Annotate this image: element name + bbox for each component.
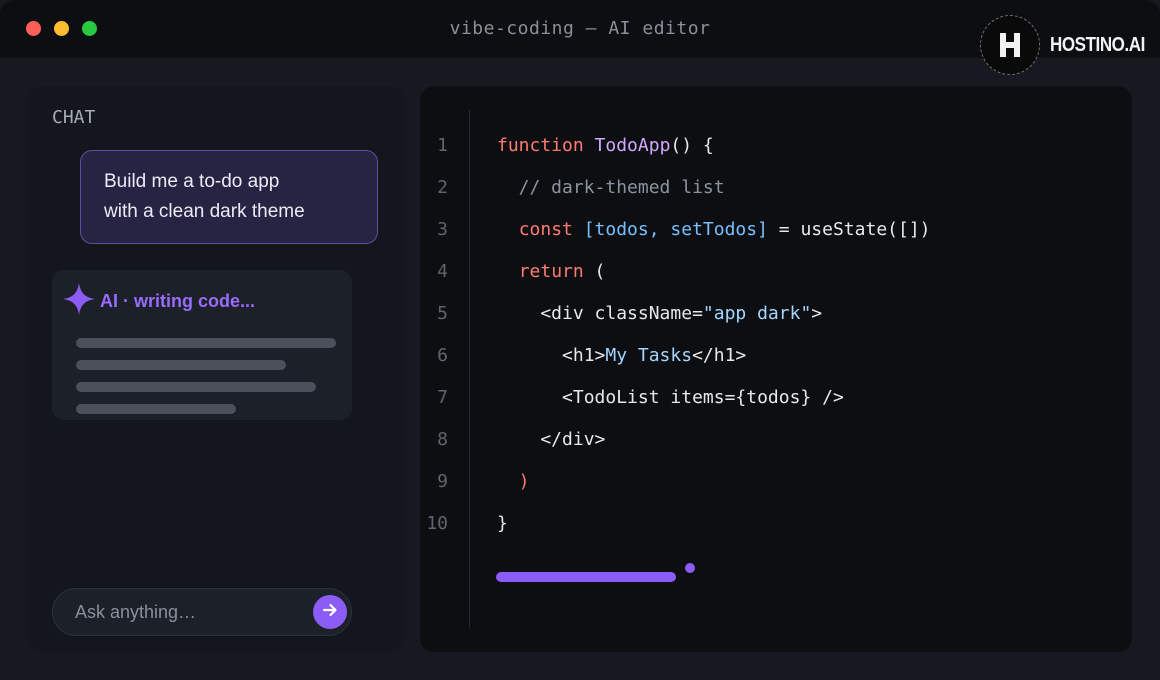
sparkle-icon xyxy=(62,282,96,321)
line-number: 5 xyxy=(437,303,448,324)
code-token: <div className= xyxy=(497,303,703,324)
code-line: 7 <TodoList items={todos} /> xyxy=(420,384,1132,412)
user-message-bubble: Build me a to-do app with a clean dark t… xyxy=(80,150,378,244)
code-token: TodoApp xyxy=(594,135,671,156)
ai-response-card: AI · writing code... xyxy=(52,270,352,420)
code-token: () { xyxy=(670,135,714,156)
code-token: <h1> xyxy=(497,345,606,366)
code-token: = useState([]) xyxy=(767,219,931,240)
line-number: 4 xyxy=(437,261,448,282)
code-text: function TodoApp() { xyxy=(497,132,714,160)
line-number: 6 xyxy=(437,345,448,366)
loading-placeholder-line xyxy=(76,360,286,370)
code-line: 2 // dark-themed list xyxy=(420,174,1132,202)
code-text: // dark-themed list xyxy=(497,174,725,202)
code-token: My Tasks xyxy=(605,345,693,366)
code-token: "app dark" xyxy=(702,303,812,324)
code-token: <TodoList items={todos} /> xyxy=(497,387,844,408)
code-token: // dark-themed list xyxy=(497,177,725,198)
line-number: 8 xyxy=(437,429,448,450)
typing-cursor-dot xyxy=(685,563,695,573)
chat-panel: CHAT Build me a to-do app with a clean d… xyxy=(28,86,404,652)
code-token: </h1> xyxy=(692,345,747,366)
user-message-line-1: Build me a to-do app xyxy=(104,171,280,192)
code-text: <h1>My Tasks</h1> xyxy=(497,342,746,370)
code-token: } xyxy=(497,513,508,534)
code-text: </div> xyxy=(497,426,605,454)
code-text: <TodoList items={todos} /> xyxy=(497,384,844,412)
chat-input-container xyxy=(52,588,352,636)
line-number: 10 xyxy=(426,513,448,534)
brand-name: HOSTINO.AI xyxy=(1050,33,1145,56)
code-text: <div className="app dark"> xyxy=(497,300,822,328)
loading-placeholder-line xyxy=(76,338,336,348)
code-line: 4 return ( xyxy=(420,258,1132,286)
brand-logo: HOSTINO.AI xyxy=(980,15,1160,75)
ai-status-text: AI · writing code... xyxy=(100,291,256,311)
send-button[interactable] xyxy=(313,595,347,629)
line-number: 7 xyxy=(437,387,448,408)
app-window: vibe-coding — AI editor HOSTINO.AI CHAT … xyxy=(0,0,1160,680)
code-token: ( xyxy=(583,261,606,282)
code-editor[interactable]: 1 function TodoApp() { 2 // dark-themed li… xyxy=(420,86,1132,652)
code-token: return xyxy=(518,261,584,282)
chat-panel-title: CHAT xyxy=(52,107,96,128)
code-line: 10} xyxy=(420,510,1132,538)
code-line: 6 <h1>My Tasks</h1> xyxy=(420,342,1132,370)
code-token: [todos, setTodos] xyxy=(572,219,768,240)
code-line: 1 function TodoApp() { xyxy=(420,132,1132,160)
code-text: } xyxy=(497,510,508,538)
code-token: const xyxy=(518,219,573,240)
code-token: function xyxy=(497,135,584,156)
code-token: </div> xyxy=(497,429,606,450)
code-line: 3 const [todos, setTodos] = useState([]) xyxy=(420,216,1132,244)
generation-progress-bar xyxy=(496,572,676,582)
code-token: ) xyxy=(497,471,530,492)
loading-placeholder-line xyxy=(76,382,316,392)
line-number: 3 xyxy=(437,219,448,240)
code-line: 8 </div> xyxy=(420,426,1132,454)
code-text: ) xyxy=(497,468,530,496)
arrow-right-icon xyxy=(322,602,338,623)
chat-input[interactable] xyxy=(75,599,295,625)
ai-status-header: AI · writing code... xyxy=(62,282,255,321)
code-token: > xyxy=(811,303,823,324)
line-number: 9 xyxy=(437,471,448,492)
code-text: return ( xyxy=(497,258,606,286)
line-number: 1 xyxy=(437,135,448,156)
code-text: const [todos, setTodos] = useState([]) xyxy=(497,216,931,244)
loading-placeholder-line xyxy=(76,404,236,414)
line-number: 2 xyxy=(437,177,448,198)
brand-mark-icon xyxy=(980,15,1040,75)
code-line: 5 <div className="app dark"> xyxy=(420,300,1132,328)
code-line: 9 ) xyxy=(420,468,1132,496)
user-message-line-2: with a clean dark theme xyxy=(104,201,305,222)
